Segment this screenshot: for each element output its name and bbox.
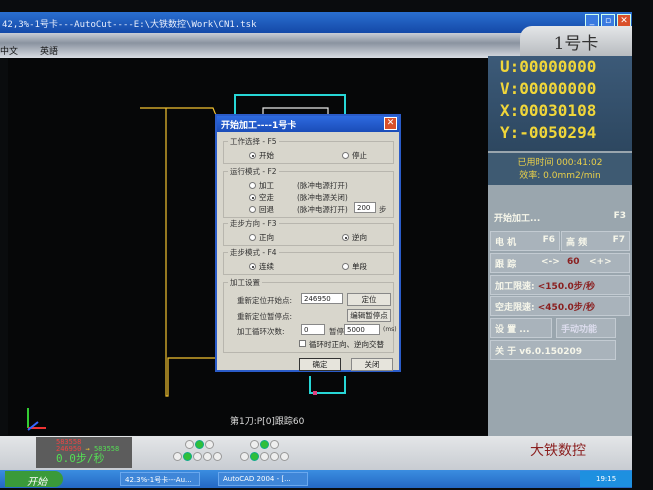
radio-stop[interactable]: 停止 (342, 150, 367, 161)
efficiency-value: 0.0mm2/min (543, 171, 601, 181)
radio-forward[interactable]: 正向 (249, 232, 274, 243)
indicator-led (213, 452, 222, 461)
time-display: 已用时间 000:41:02 效率: 0.0mm2/min (488, 153, 632, 185)
start-machining-button[interactable]: 开始加工... F3 (490, 208, 630, 228)
indicator-led (260, 440, 269, 449)
indicator-led (270, 440, 279, 449)
path-status: 第1刀:P[0]跟踪60 (230, 417, 305, 427)
dialog-title: 开始加工----1号卡 (217, 116, 399, 132)
start-machining-dialog: 开始加工----1号卡 ✕ 工作选择 - F5 开始 停止 运行模式 - F2 … (215, 114, 401, 372)
locate-button[interactable]: 定位 (347, 293, 391, 306)
toolpath-line (140, 107, 219, 397)
clock: 19:15 (580, 471, 632, 487)
cycles-input[interactable]: 0 (301, 324, 325, 335)
menu-chinese[interactable]: 中文 (0, 44, 18, 57)
menu-english[interactable]: 英語 (40, 44, 58, 57)
y-coord: Y:-0050294 (500, 123, 597, 142)
indicator-led (205, 440, 214, 449)
reposition-start-input[interactable]: 246950 (301, 293, 343, 304)
ok-button[interactable]: 确定 (299, 358, 341, 371)
manual-function-button[interactable]: 手动功能 (556, 318, 616, 338)
indicator-led (260, 452, 269, 461)
efficiency-label: 效率: (519, 171, 541, 181)
counter-display: 583558 246950 → 583558 0.0步/秒 (36, 437, 132, 468)
indicator-led (195, 440, 204, 449)
x-coord: X:00030108 (500, 101, 597, 120)
start-button[interactable]: 开始 (5, 471, 63, 488)
radio-reverse[interactable]: 逆向 (342, 232, 367, 243)
task-autocut[interactable]: 42.3%-1号卡---Au... (120, 472, 200, 486)
radio-start[interactable]: 开始 (249, 150, 274, 161)
indicator-led (203, 452, 212, 461)
indicator-led (173, 452, 182, 461)
edit-pause-button[interactable]: 编辑暂停点 (347, 309, 391, 322)
indicator-led (193, 452, 202, 461)
about-button[interactable]: 关 于 v6.0.150209 (490, 340, 616, 360)
track-value: 60 (567, 257, 580, 267)
radio-machining[interactable]: 加工 (249, 180, 274, 191)
current-position-marker (313, 391, 317, 395)
elapsed-label: 已用时间 (517, 158, 554, 168)
elapsed-value: 000:41:02 (556, 158, 603, 168)
brand-logo: 大铁数控 (530, 443, 586, 459)
window-title: 42,3%-1号卡---AutoCut----E:\大铁数控\Work\CN1.… (2, 20, 257, 30)
high-frequency-button[interactable]: 高 频 F7 (561, 231, 630, 251)
indicator-led (250, 452, 259, 461)
tracking-row: 跟 踪 <-> 60 <+> (490, 253, 630, 273)
radio-idle[interactable]: 空走 (249, 192, 274, 203)
indicator-led (270, 452, 279, 461)
dialog-close-button[interactable]: 关闭 (351, 358, 393, 371)
coordinate-display: U:00000000 V:00000000 X:00030108 Y:-0050… (488, 56, 632, 151)
v-coord: V:00000000 (500, 79, 597, 98)
alternate-checkbox[interactable]: 循环时正向、逆向交替 (299, 339, 384, 350)
taskbar (0, 470, 632, 488)
radio-continuous[interactable]: 连续 (249, 261, 274, 272)
motor-button[interactable]: 电 机 F6 (490, 231, 560, 251)
indicator-led (183, 452, 192, 461)
settings-button[interactable]: 设 置 ... (490, 318, 552, 338)
track-minus-button[interactable]: <-> (541, 257, 560, 267)
speed-readout: 0.0步/秒 (56, 452, 105, 465)
indicator-led (240, 452, 249, 461)
indicator-led (250, 440, 259, 449)
idle-speed-limit[interactable]: 空走限速: <450.0步/秒 (490, 296, 630, 316)
control-panel: U:00000000 V:00000000 X:00030108 Y:-0050… (488, 56, 632, 436)
radio-retreat[interactable]: 回退 (249, 204, 274, 215)
radio-single[interactable]: 单段 (342, 261, 367, 272)
process-speed-limit[interactable]: 加工限速: <150.0步/秒 (490, 275, 630, 295)
indicator-led (185, 440, 194, 449)
dialog-close-icon[interactable]: ✕ (384, 117, 397, 130)
retreat-steps-input[interactable]: 200 (354, 202, 376, 213)
workpiece-outline-bottom (309, 376, 346, 394)
track-plus-button[interactable]: <+> (589, 257, 612, 267)
pause-input[interactable]: 5000 (344, 324, 380, 335)
indicator-led (280, 452, 289, 461)
task-autocad[interactable]: AutoCAD 2004 - [... (218, 472, 308, 486)
u-coord: U:00000000 (500, 57, 597, 76)
card-tab[interactable]: 1号卡 (520, 26, 632, 56)
